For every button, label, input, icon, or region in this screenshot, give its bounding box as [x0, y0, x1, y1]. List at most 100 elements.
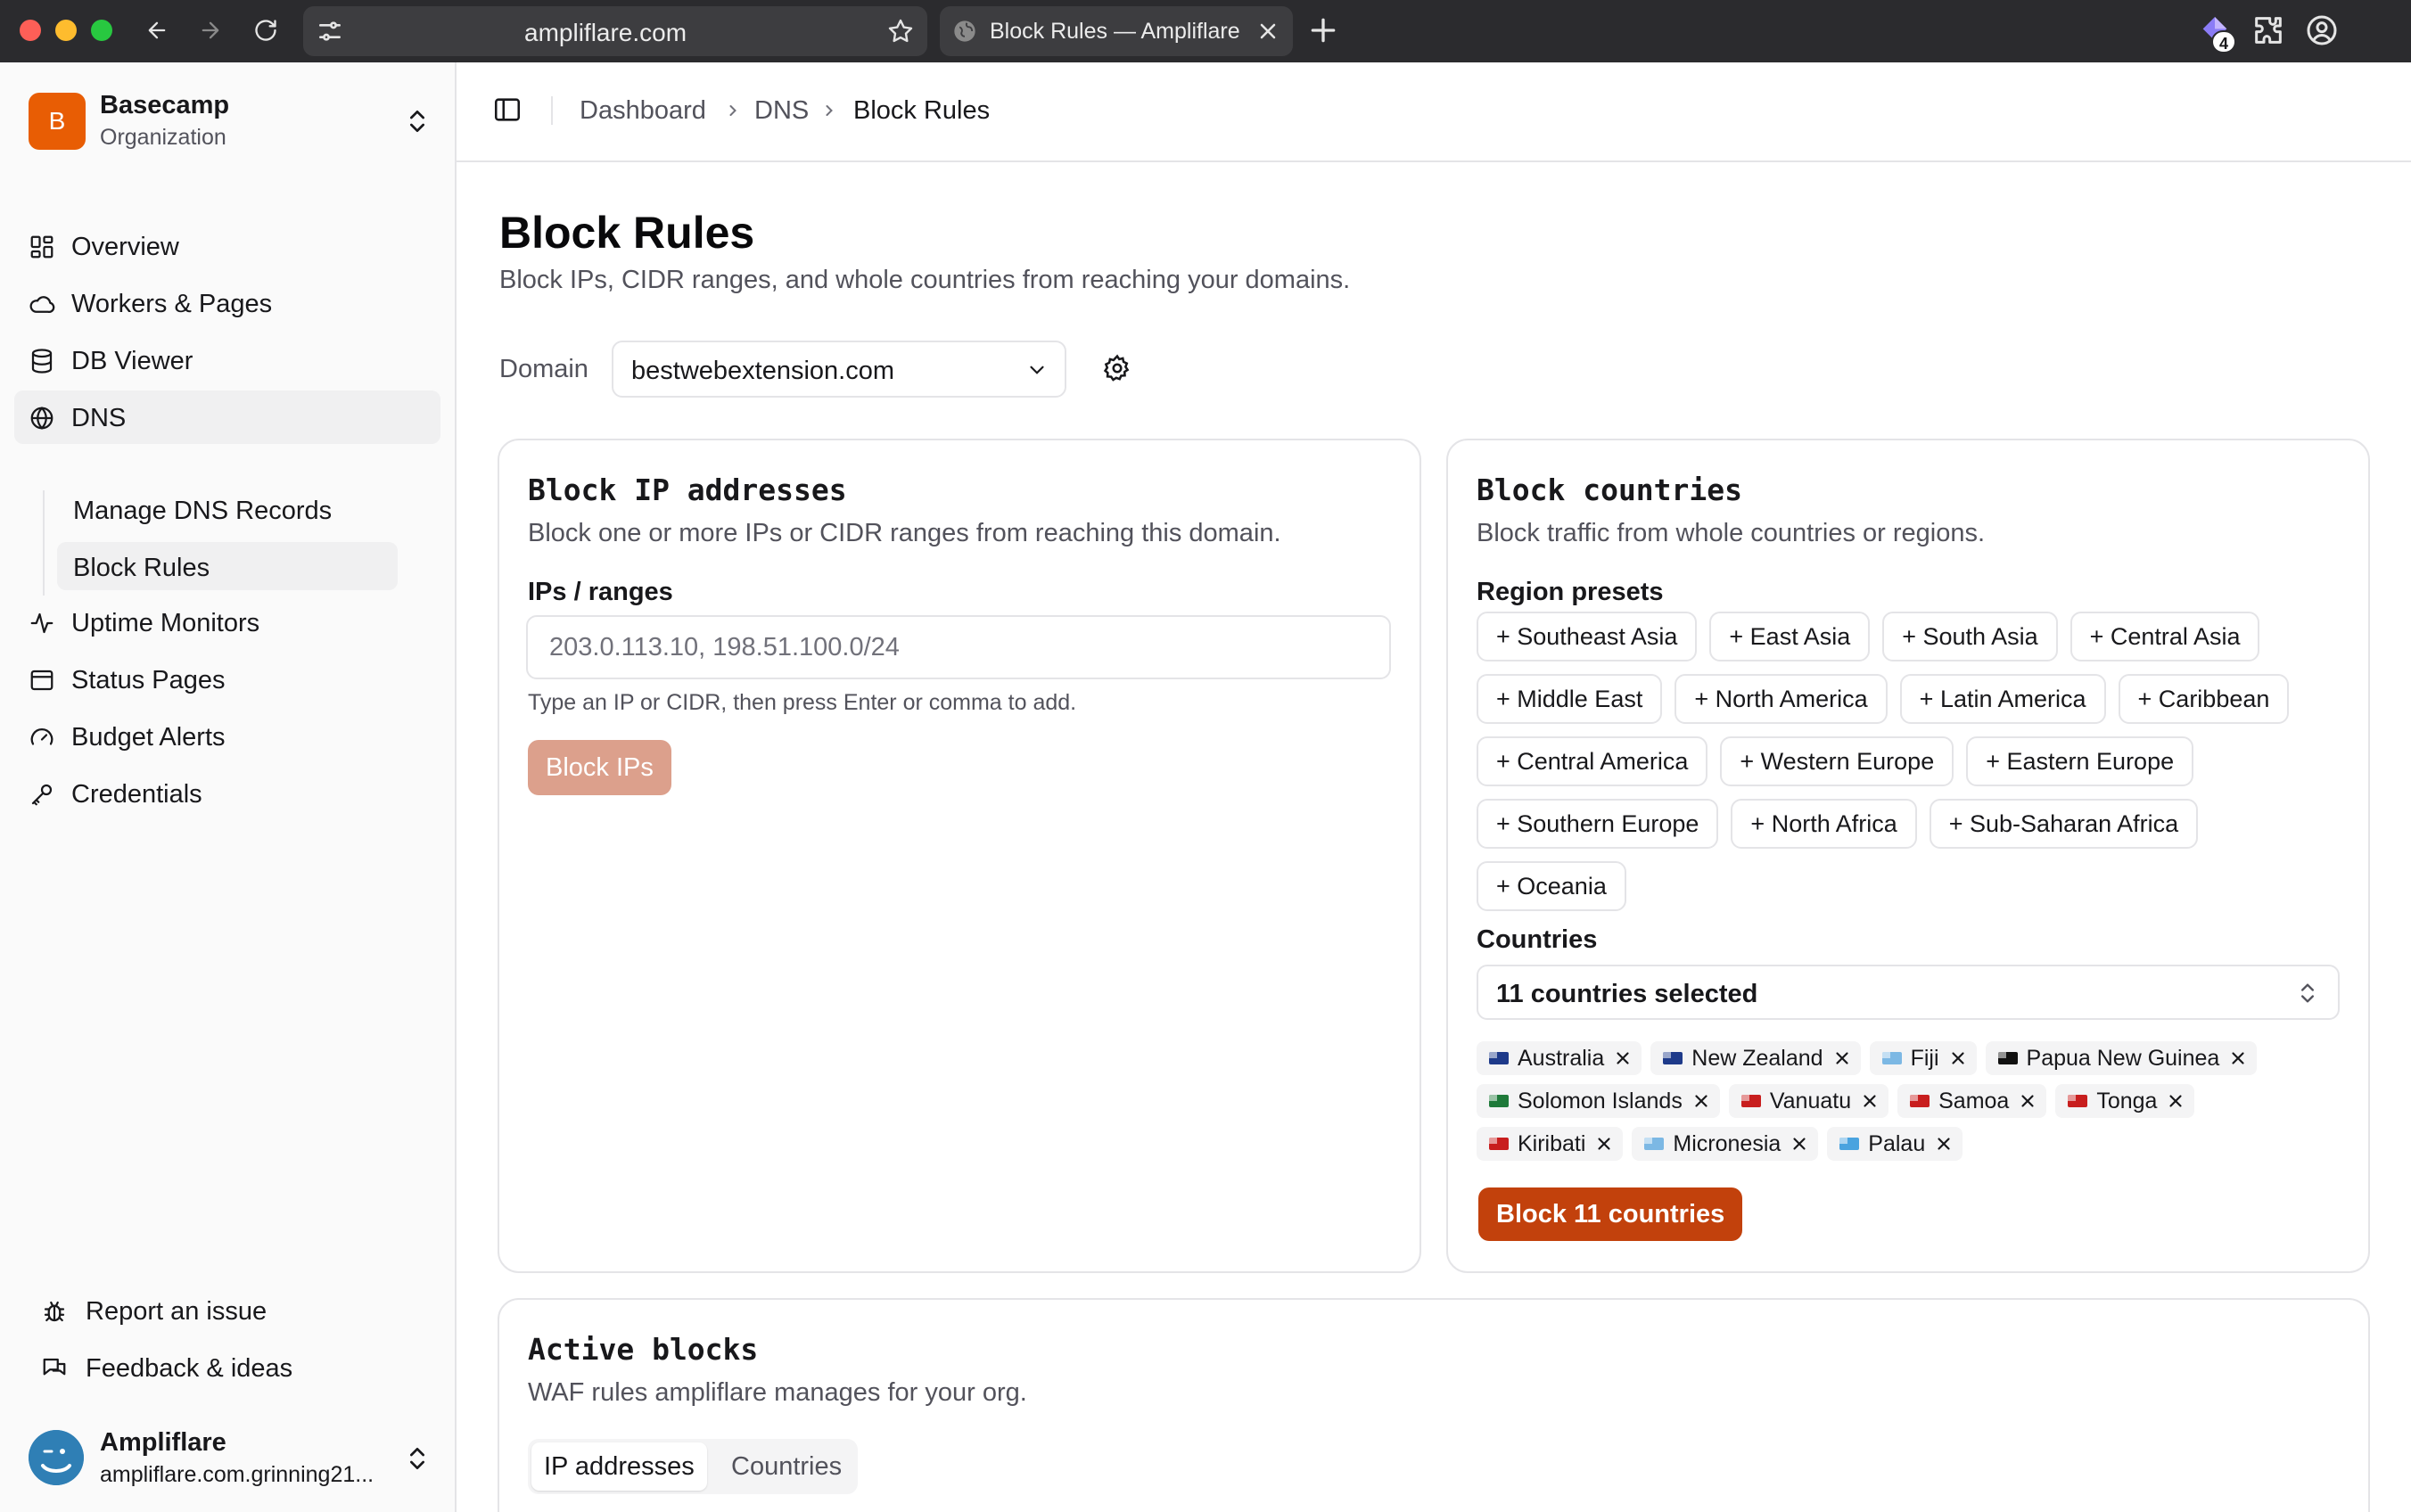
activity-icon: [30, 612, 53, 634]
region-preset-button[interactable]: + Eastern Europe: [1966, 736, 2194, 786]
active-blocks-tabs: IP addresses Countries: [528, 1439, 858, 1494]
sidebar-item-credentials[interactable]: Credentials: [14, 767, 440, 820]
country-chip-label: Solomon Islands: [1518, 1089, 1683, 1113]
remove-country-icon[interactable]: [1613, 1048, 1633, 1068]
region-preset-button[interactable]: + Southeast Asia: [1477, 612, 1698, 662]
sidebar-item-label: Uptime Monitors: [71, 609, 260, 637]
flag-icon: [1489, 1138, 1509, 1150]
domain-label: Domain: [499, 355, 588, 383]
org-logo: B: [29, 93, 86, 150]
address-bar[interactable]: ampliflare.com: [303, 6, 927, 56]
close-window-button[interactable]: [20, 20, 41, 41]
region-preset-button[interactable]: + North America: [1675, 674, 1888, 724]
sidebar-item-db-viewer[interactable]: DB Viewer: [14, 333, 440, 387]
extension-badge: 4: [2211, 30, 2236, 53]
country-chip: Solomon Islands: [1477, 1084, 1720, 1118]
back-button[interactable]: [139, 12, 175, 48]
sidebar-item-block-rules[interactable]: Block Rules: [57, 542, 398, 590]
tab-title: Block Rules — Ampliflare: [990, 19, 1240, 44]
region-preset-button[interactable]: + Middle East: [1477, 674, 1663, 724]
remove-country-icon[interactable]: [2018, 1091, 2037, 1111]
ips-ranges-input[interactable]: [526, 615, 1391, 679]
remove-country-icon[interactable]: [1860, 1091, 1880, 1111]
sidebar-item-budget-alerts[interactable]: Budget Alerts: [14, 710, 440, 763]
sidebar-item-label: Manage DNS Records: [73, 497, 333, 525]
sidebar-item-manage-dns-records[interactable]: Manage DNS Records: [57, 485, 398, 533]
grid-icon: [30, 235, 53, 259]
close-tab-icon[interactable]: [1255, 19, 1280, 44]
country-chip-label: Tonga: [2096, 1089, 2158, 1113]
forward-button[interactable]: [193, 12, 228, 48]
sidebar-item-status-pages[interactable]: Status Pages: [14, 653, 440, 706]
org-switcher[interactable]: B Basecamp Organization: [29, 87, 432, 159]
org-type: Organization: [100, 125, 226, 150]
remove-country-icon[interactable]: [1934, 1134, 1954, 1154]
sidebar-item-overview[interactable]: Overview: [14, 219, 440, 273]
region-preset-button[interactable]: + Oceania: [1477, 861, 1626, 911]
browser-chrome: ampliflare.com Block Rules — Ampliflare …: [0, 0, 2411, 62]
country-chip: Fiji: [1869, 1041, 1977, 1075]
block-countries-subtitle: Block traffic from whole countries or re…: [1477, 519, 1986, 547]
country-chip-label: New Zealand: [1691, 1046, 1823, 1071]
extensions-puzzle-icon[interactable]: [2251, 12, 2286, 48]
flag-icon: [1881, 1052, 1902, 1064]
sidebar-item-label: Report an issue: [86, 1297, 267, 1326]
remove-country-icon[interactable]: [1691, 1091, 1711, 1111]
sidebar-item-uptime-monitors[interactable]: Uptime Monitors: [14, 596, 440, 649]
ips-ranges-label: IPs / ranges: [528, 578, 673, 606]
site-settings-icon[interactable]: [316, 17, 344, 45]
sidebar-item-workers-pages[interactable]: Workers & Pages: [14, 276, 440, 330]
tab-countries[interactable]: Countries: [719, 1442, 854, 1491]
country-chip: Micronesia: [1632, 1127, 1819, 1161]
domain-select[interactable]: bestwebextension.com: [612, 341, 1066, 398]
countries-select[interactable]: 11 countries selected: [1477, 965, 2340, 1020]
feedback-ideas-link[interactable]: Feedback & ideas: [14, 1341, 440, 1394]
remove-country-icon[interactable]: [1948, 1048, 1968, 1068]
profile-icon[interactable]: [2304, 12, 2340, 48]
sidebar-toggle-icon[interactable]: [492, 94, 523, 125]
country-chip-label: Vanuatu: [1769, 1089, 1852, 1113]
browser-tab[interactable]: Block Rules — Ampliflare: [940, 6, 1293, 56]
sidebar-item-label: DB Viewer: [71, 347, 193, 375]
report-issue-link[interactable]: Report an issue: [14, 1284, 440, 1337]
region-preset-button[interactable]: + Central America: [1477, 736, 1708, 786]
block-countries-button[interactable]: Block 11 countries: [1478, 1187, 1743, 1241]
chevrons-up-down-icon: [410, 1448, 424, 1469]
countries-select-value: 11 countries selected: [1496, 980, 1758, 1008]
sidebar-item-dns[interactable]: DNS: [14, 390, 440, 444]
breadcrumb-dashboard[interactable]: Dashboard: [580, 96, 706, 126]
region-preset-button[interactable]: + Central Asia: [2070, 612, 2260, 662]
breadcrumb-dns[interactable]: DNS: [754, 96, 809, 126]
region-preset-button[interactable]: + Latin America: [1899, 674, 2106, 724]
remove-country-icon[interactable]: [2166, 1091, 2185, 1111]
remove-country-icon[interactable]: [2228, 1048, 2248, 1068]
chevron-right-icon: [826, 105, 833, 116]
region-preset-button[interactable]: + Caribbean: [2118, 674, 2290, 724]
new-tab-icon[interactable]: [1305, 12, 1341, 48]
reload-icon: [255, 20, 276, 41]
subnav-divider: [43, 490, 45, 596]
region-preset-button[interactable]: + Sub-Saharan Africa: [1929, 799, 2199, 849]
bookmark-star-icon[interactable]: [886, 17, 915, 45]
region-preset-button[interactable]: + North Africa: [1731, 799, 1917, 849]
flag-icon: [1997, 1052, 2018, 1064]
zoom-window-button[interactable]: [91, 20, 112, 41]
sidebar-item-label: Status Pages: [71, 666, 226, 694]
region-preset-button[interactable]: + Southern Europe: [1477, 799, 1719, 849]
flag-icon: [2068, 1095, 2088, 1107]
minimize-window-button[interactable]: [55, 20, 77, 41]
block-ips-button[interactable]: Block IPs: [528, 740, 671, 795]
tab-ip-addresses[interactable]: IP addresses: [531, 1442, 707, 1491]
remove-country-icon[interactable]: [1832, 1048, 1852, 1068]
sidebar-item-label: Credentials: [71, 780, 202, 809]
gear-icon[interactable]: [1102, 353, 1132, 383]
remove-country-icon[interactable]: [1594, 1134, 1614, 1154]
region-preset-button[interactable]: + Western Europe: [1720, 736, 1954, 786]
region-preset-button[interactable]: + South Asia: [1882, 612, 2058, 662]
region-preset-button[interactable]: + East Asia: [1709, 612, 1871, 662]
reload-button[interactable]: [248, 12, 284, 48]
chevrons-up-down-icon: [2301, 983, 2314, 1003]
user-menu[interactable]: Ampliflare ampliflare.com.grinning21...: [29, 1425, 432, 1496]
country-chip: Samoa: [1897, 1084, 2047, 1118]
remove-country-icon[interactable]: [1790, 1134, 1809, 1154]
